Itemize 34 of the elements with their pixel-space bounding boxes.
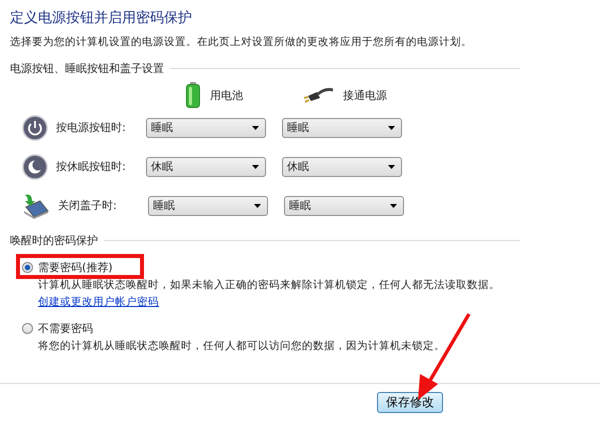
caret-icon (390, 204, 397, 208)
dropdown[interactable]: 睡眠 (284, 196, 404, 216)
dropdown[interactable]: 休眠 (282, 156, 402, 176)
moon-icon (22, 154, 48, 180)
option-label[interactable]: 需要密码(推荐) (38, 260, 113, 275)
page-title: 定义电源按钮并启用密码保护 (10, 9, 193, 27)
password-link[interactable]: 创建或更改用户帐户密码 (38, 296, 159, 308)
caret-icon (252, 126, 259, 130)
section-heading: 唤醒时的密码保护 (10, 233, 98, 248)
save-button[interactable]: 保存修改 (377, 392, 443, 413)
laptop-icon (22, 192, 50, 218)
setting-label: 按休眠按钮时: (56, 159, 127, 174)
dropdown[interactable]: 休眠 (146, 156, 266, 176)
option-description: 计算机从睡眠状态唤醒时，如果未输入正确的密码来解除计算机锁定，任何人都无法读取数据。 (37, 278, 501, 292)
radio-button[interactable] (22, 262, 33, 273)
dropdown[interactable]: 睡眠 (282, 118, 402, 138)
plug-icon (303, 86, 333, 104)
setting-label: 按电源按钮时: (56, 120, 127, 135)
caret-icon (388, 126, 395, 130)
battery-icon (186, 82, 200, 108)
setting-label: 关闭盖子时: (58, 198, 118, 213)
column-label: 接通电源 (343, 88, 387, 102)
dropdown[interactable]: 睡眠 (148, 196, 268, 216)
option-label[interactable]: 不需要密码 (38, 321, 93, 336)
radio-button[interactable] (22, 323, 33, 334)
option-description: 将您的计算机从睡眠状态唤醒时，任何人都可以访问您的数据，因为计算机未锁定。 (37, 339, 446, 353)
caret-icon (388, 164, 395, 168)
column-label: 用电池 (210, 88, 243, 102)
caret-icon (252, 164, 259, 168)
section-heading: 电源按钮、睡眠按钮和盖子设置 (10, 61, 164, 76)
dropdown[interactable]: 睡眠 (146, 118, 266, 138)
intro-text: 选择要为您的计算机设置的电源设置。在此页上对设置所做的更改将应用于您所有的电源计划。 (10, 35, 473, 49)
caret-icon (254, 204, 261, 208)
power-icon (22, 114, 48, 140)
